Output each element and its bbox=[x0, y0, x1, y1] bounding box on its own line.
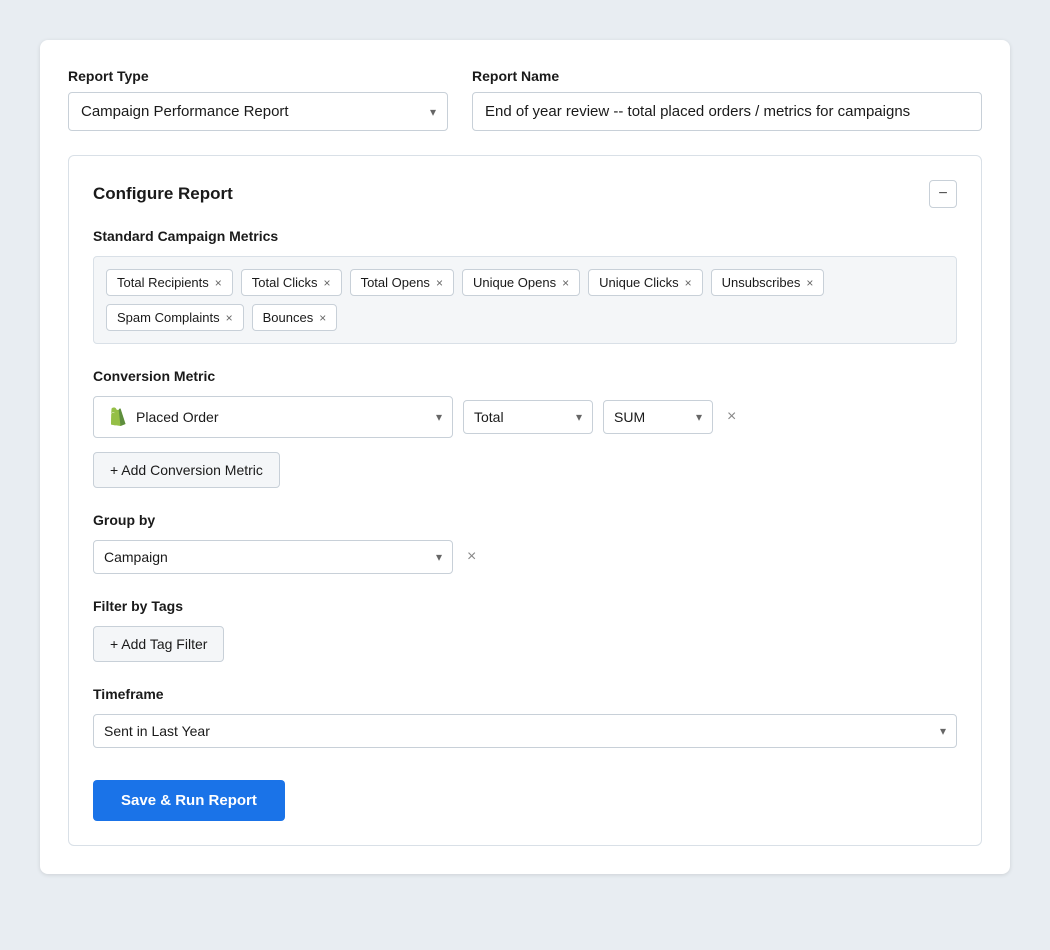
tag-label: Total Clicks bbox=[252, 275, 318, 290]
tag-remove-icon[interactable]: × bbox=[319, 312, 326, 324]
tag-label: Total Recipients bbox=[117, 275, 209, 290]
remove-group-by-button[interactable]: × bbox=[463, 545, 480, 569]
function-select[interactable]: SUM AVG COUNT bbox=[614, 409, 688, 425]
timeframe-select[interactable]: Sent in Last Year Sent in Last 30 Days S… bbox=[104, 723, 932, 739]
tag-label: Total Opens bbox=[361, 275, 430, 290]
add-conversion-metric-button[interactable]: + Add Conversion Metric bbox=[93, 452, 280, 488]
filter-tags-section: Filter by Tags + Add Tag Filter bbox=[93, 598, 957, 662]
aggregate-select-wrapper: Total Unique First ▾ bbox=[463, 400, 593, 434]
report-type-select[interactable]: Campaign Performance ReportEmail Perform… bbox=[68, 92, 448, 131]
tag-unique-clicks: Unique Clicks × bbox=[588, 269, 703, 296]
tag-remove-icon[interactable]: × bbox=[215, 277, 222, 289]
tag-label: Unique Clicks bbox=[599, 275, 678, 290]
configure-title: Configure Report bbox=[93, 184, 233, 204]
group-by-row: Campaign Tag Day Week Month ▾ × bbox=[93, 540, 957, 574]
tag-label: Bounces bbox=[263, 310, 314, 325]
timeframe-label: Timeframe bbox=[93, 686, 957, 702]
tag-total-recipients: Total Recipients × bbox=[106, 269, 233, 296]
standard-metrics-label: Standard Campaign Metrics bbox=[93, 228, 957, 244]
tag-remove-icon[interactable]: × bbox=[436, 277, 443, 289]
save-run-button[interactable]: Save & Run Report bbox=[93, 780, 285, 821]
top-row: Report Type Campaign Performance ReportE… bbox=[68, 68, 982, 131]
tag-bounces: Bounces × bbox=[252, 304, 338, 331]
filter-tags-label: Filter by Tags bbox=[93, 598, 957, 614]
metrics-tags-container: Total Recipients × Total Clicks × Total … bbox=[93, 256, 957, 344]
configure-header: Configure Report − bbox=[93, 180, 957, 208]
conversion-metric-label: Conversion Metric bbox=[93, 368, 957, 384]
tag-spam-complaints: Spam Complaints × bbox=[106, 304, 244, 331]
conversion-metric-section: Conversion Metric bbox=[93, 368, 957, 488]
group-by-label: Group by bbox=[93, 512, 957, 528]
function-select-wrapper: SUM AVG COUNT ▾ bbox=[603, 400, 713, 434]
tag-remove-icon[interactable]: × bbox=[685, 277, 692, 289]
function-chevron-icon: ▾ bbox=[696, 410, 702, 424]
tag-total-opens: Total Opens × bbox=[350, 269, 454, 296]
group-by-select-wrapper: Campaign Tag Day Week Month ▾ bbox=[93, 540, 453, 574]
report-name-label: Report Name bbox=[472, 68, 982, 84]
tag-total-clicks: Total Clicks × bbox=[241, 269, 342, 296]
tag-unsubscribes: Unsubscribes × bbox=[711, 269, 825, 296]
add-tag-filter-button[interactable]: + Add Tag Filter bbox=[93, 626, 224, 662]
conversion-metric-row: Placed Order Viewed Product Started Chec… bbox=[93, 396, 957, 438]
tag-label: Spam Complaints bbox=[117, 310, 220, 325]
report-type-label: Report Type bbox=[68, 68, 448, 84]
timeframe-select-wrapper: Sent in Last Year Sent in Last 30 Days S… bbox=[93, 714, 957, 748]
aggregate-select[interactable]: Total Unique First bbox=[474, 409, 568, 425]
report-type-field: Report Type Campaign Performance ReportE… bbox=[68, 68, 448, 131]
conversion-metric-select-wrapper: Placed Order Viewed Product Started Chec… bbox=[93, 396, 453, 438]
report-type-select-wrapper: Campaign Performance ReportEmail Perform… bbox=[68, 92, 448, 131]
report-name-field: Report Name bbox=[472, 68, 982, 131]
group-by-section: Group by Campaign Tag Day Week Month ▾ × bbox=[93, 512, 957, 574]
main-card: Report Type Campaign Performance ReportE… bbox=[40, 40, 1010, 874]
remove-conversion-button[interactable]: × bbox=[723, 405, 740, 429]
collapse-button[interactable]: − bbox=[929, 180, 957, 208]
tag-label: Unsubscribes bbox=[722, 275, 801, 290]
group-by-select[interactable]: Campaign Tag Day Week Month bbox=[104, 549, 428, 565]
shopify-icon bbox=[104, 405, 128, 429]
standard-metrics-section: Standard Campaign Metrics Total Recipien… bbox=[93, 228, 957, 344]
conversion-metric-chevron-icon: ▾ bbox=[436, 410, 442, 424]
report-name-input[interactable] bbox=[472, 92, 982, 131]
conversion-metric-select[interactable]: Placed Order Viewed Product Started Chec… bbox=[136, 409, 424, 425]
tag-remove-icon[interactable]: × bbox=[806, 277, 813, 289]
tag-remove-icon[interactable]: × bbox=[562, 277, 569, 289]
group-by-chevron-icon: ▾ bbox=[436, 550, 442, 564]
timeframe-section: Timeframe Sent in Last Year Sent in Last… bbox=[93, 686, 957, 748]
configure-section: Configure Report − Standard Campaign Met… bbox=[68, 155, 982, 846]
aggregate-chevron-icon: ▾ bbox=[576, 410, 582, 424]
tag-remove-icon[interactable]: × bbox=[226, 312, 233, 324]
timeframe-chevron-icon: ▾ bbox=[940, 724, 946, 738]
page-wrapper: Report Type Campaign Performance ReportE… bbox=[20, 20, 1030, 930]
tag-unique-opens: Unique Opens × bbox=[462, 269, 580, 296]
tag-label: Unique Opens bbox=[473, 275, 556, 290]
tag-remove-icon[interactable]: × bbox=[324, 277, 331, 289]
